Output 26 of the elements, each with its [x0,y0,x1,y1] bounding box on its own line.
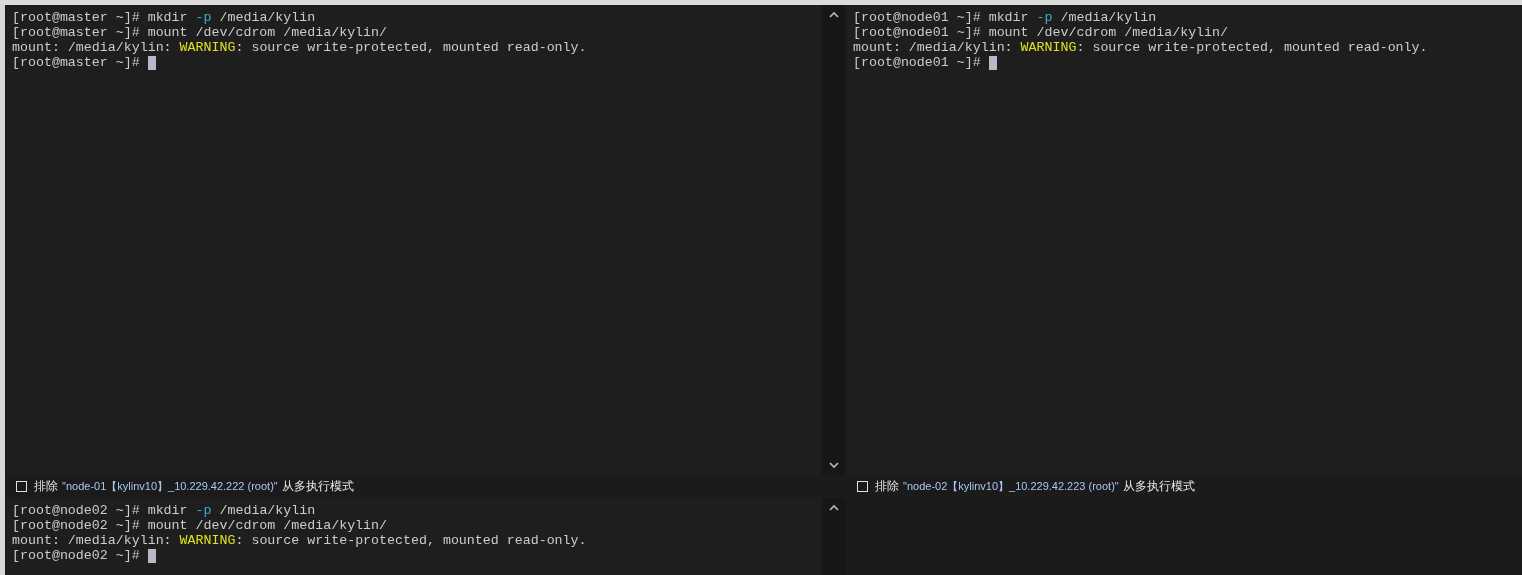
scroll-down-icon[interactable] [829,462,839,469]
terminal-line: [root@master ~]# mount /dev/cdrom /media/kylin/ [12,25,389,40]
terminal-line: mount: /media/kylin: WARNING: source write-protected, mounted read-only. [853,40,1429,55]
exclude-checkbox[interactable] [16,481,27,492]
terminal-pane[interactable]: [root@node01 ~]# mkdir -p /media/kylin [root@node01 ~]# mount /dev/cdrom /media/kylin/ mount: /media/kylin: WARNING: source write-protected, mounted read-only. [root@node01 ~]# [846,5,1522,475]
terminal-line: [root@node01 ~]# [853,55,1522,70]
terminal-line: [root@node02 ~]# mkdir -p /media/kylin [12,503,317,518]
terminal-pane[interactable]: [root@master ~]# mkdir -p /media/kylin [root@master ~]# mount /dev/cdrom /media/kylin/ mount: /media/kylin: WARNING: source write-protected, mounted read-only. [root@master ~]# [5,5,822,475]
terminal-line: [root@node01 ~]# mount /dev/cdrom /media/kylin/ [853,25,1230,40]
terminal-line: [root@node01 ~]# mkdir -p /media/kylin [853,10,1158,25]
terminal-line: [root@master ~]# mkdir -p /media/kylin [12,10,317,25]
terminal-pane[interactable]: [root@node02 ~]# mkdir -p /media/kylin [root@node02 ~]# mount /dev/cdrom /media/kylin/ mount: /media/kylin: WARNING: source write-protected, mounted read-only. [root@node02 ~]# [5,498,822,575]
exclude-checkbox[interactable] [857,481,868,492]
session-name: "node-01【kylinv10】_10.229.42.222 (root)" [62,479,278,494]
scroll-up-icon[interactable] [829,11,839,18]
mode-label: 从多执行模式 [1122,478,1195,495]
terminal-line: [root@node02 ~]# mount /dev/cdrom /media/kylin/ [12,518,389,533]
scroll-up-icon[interactable] [829,504,839,511]
session-name: "node-02【kylinv10】_10.229.42.223 (root)" [903,479,1119,494]
terminal-line: mount: /media/kylin: WARNING: source write-protected, mounted read-only. [12,40,588,55]
terminal-line: mount: /media/kylin: WARNING: source write-protected, mounted read-only. [12,533,588,548]
terminal-line: [root@master ~]# [12,55,822,70]
exclude-label: 排除 [875,478,899,495]
mode-label: 从多执行模式 [281,478,354,495]
exclude-label: 排除 [34,478,58,495]
terminal-line: [root@node02 ~]# [12,548,822,563]
